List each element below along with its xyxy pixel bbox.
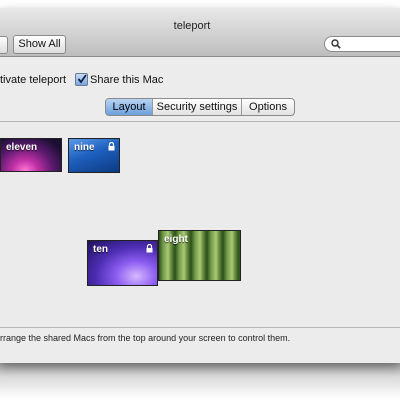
tab-security-settings[interactable]: Security settings (152, 99, 241, 115)
tab-options[interactable]: Options (241, 99, 294, 115)
mac-thumbnail-ten[interactable]: ten (87, 240, 158, 286)
search-field[interactable] (324, 36, 400, 52)
status-hint-text: rrange the shared Macs from the top arou… (0, 333, 291, 343)
share-mac-label[interactable]: Share this Mac (90, 74, 163, 86)
back-forward-button[interactable] (0, 36, 8, 54)
show-all-button[interactable]: Show All (13, 35, 66, 54)
mac-thumbnail-nine[interactable]: nine (68, 138, 120, 173)
window-title: teleport (173, 20, 211, 32)
mac-name-label: nine (74, 142, 95, 153)
lock-icon (146, 244, 153, 253)
window-shadow (0, 360, 400, 400)
mac-name-label: eight (164, 234, 188, 245)
mac-name-label: eleven (6, 142, 38, 153)
options-row: tivate teleport Share this Mac (0, 72, 400, 90)
mac-thumbnail-eight[interactable]: eight (158, 230, 241, 281)
share-mac-checkbox[interactable] (75, 73, 88, 86)
lock-icon (108, 142, 115, 151)
tab-bar: Layout Security settings Options (105, 98, 295, 116)
search-icon (331, 39, 341, 49)
tab-layout[interactable]: Layout (106, 99, 152, 115)
toolbar: teleport Show All (0, 8, 400, 57)
checkmark-icon (77, 74, 87, 84)
mac-name-label: ten (93, 244, 108, 255)
activate-teleport-label[interactable]: tivate teleport (0, 74, 66, 86)
mac-thumbnail-eleven[interactable]: eleven (0, 138, 62, 172)
